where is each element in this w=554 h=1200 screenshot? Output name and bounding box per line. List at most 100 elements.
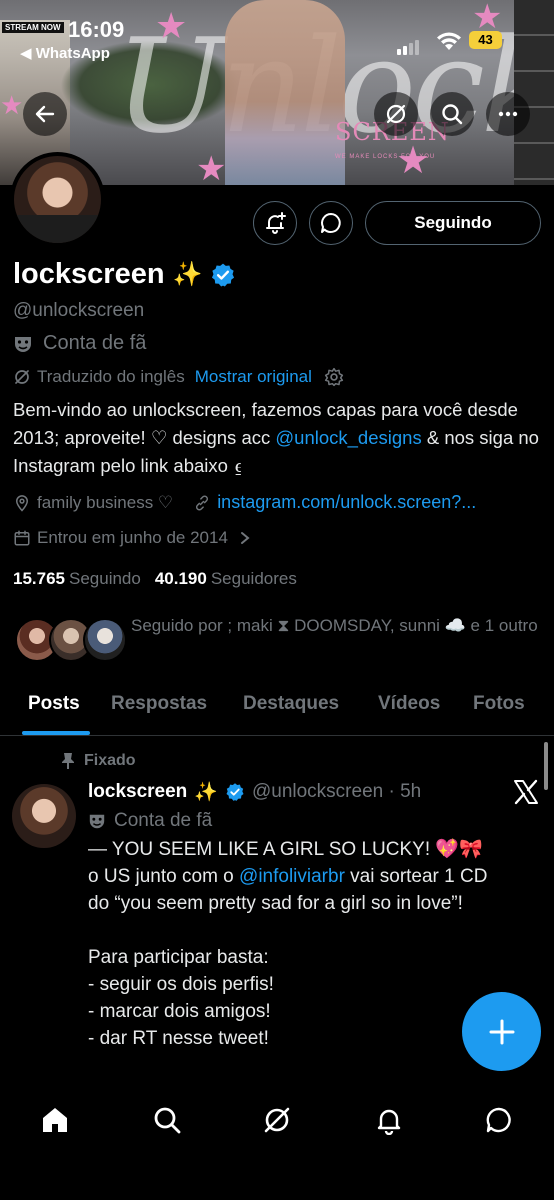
bottom-navigation (0, 1080, 554, 1200)
pin-icon (62, 753, 74, 769)
more-horizontal-icon (498, 111, 518, 117)
display-name: lockscreen (13, 258, 165, 290)
wifi-icon (437, 32, 461, 50)
pinned-indicator: Fixado (60, 752, 136, 770)
tab-posts[interactable]: Posts (28, 693, 80, 715)
nav-notifications[interactable] (369, 1100, 409, 1140)
plus-icon (489, 1019, 514, 1044)
search-button[interactable] (430, 92, 474, 136)
theater-mask-icon (89, 814, 105, 829)
post-line: o US junto com o @infoliviarbr vai sorte… (88, 863, 538, 890)
post-header: lockscreen ✨ @unlockscreen · 5h (88, 780, 421, 804)
verified-badge-icon (226, 783, 244, 801)
stream-badge: STREAM NOW (2, 22, 64, 33)
post-line: - seguir os dois perfis! (88, 974, 274, 995)
tab-photos[interactable]: Fotos (473, 693, 525, 715)
post-mention-link[interactable]: @infoliviarbr (239, 866, 345, 887)
location-pin-icon (15, 494, 29, 512)
display-name-row: lockscreen ✨ (13, 258, 236, 291)
post-author-name[interactable]: lockscreen (88, 781, 187, 803)
star-icon: ★ (196, 150, 227, 185)
battery-indicator: 43 (469, 31, 502, 49)
gear-icon[interactable] (324, 367, 344, 387)
link-icon (196, 494, 209, 511)
profile-location: family business ♡ (37, 492, 174, 512)
chat-bubble-icon (321, 213, 341, 233)
grok-icon (264, 1107, 290, 1133)
show-original-link[interactable]: Mostrar original (195, 367, 312, 387)
bio-mention-link[interactable]: @unlock_designs (275, 427, 421, 448)
bell-plus-icon (266, 212, 286, 234)
post-line: — YOU SEEM LIKE A GIRL SO LUCKY! 💖🎀 (88, 839, 483, 860)
post-fan-label: Conta de fã (88, 810, 212, 832)
active-tab-indicator (22, 731, 90, 735)
follow-counts: 15.765 Seguindo 40.190 Seguidores (13, 569, 297, 589)
profile-bio: Bem-vindo ao unlockscreen, fazemos capas… (13, 396, 543, 480)
x-logo-icon[interactable] (512, 778, 540, 806)
translated-label: Traduzido do inglês (37, 367, 185, 386)
profile-handle: @unlockscreen (13, 300, 145, 321)
notifications-subscribe-button[interactable] (253, 201, 297, 245)
sparkle-emoji: ✨ (194, 782, 218, 803)
search-icon (442, 104, 463, 125)
post-line: do “you seem pretty sad for a girl so in… (88, 893, 463, 914)
followers-count: 40.190 (154, 569, 207, 588)
star-icon: ★ (0, 90, 24, 120)
status-bar: STREAM NOW 16:09 ◀ WhatsApp 43 (0, 0, 554, 62)
followers-count-link[interactable]: 40.190 Seguidores (155, 569, 297, 589)
translation-row: Traduzido do inglês Mostrar original (13, 367, 344, 387)
profile-website-link[interactable]: instagram.com/unlock.screen?... (217, 492, 476, 513)
post-fan-text: Conta de fã (114, 810, 213, 831)
compose-post-button[interactable] (462, 992, 541, 1071)
tab-replies[interactable]: Respostas (111, 693, 207, 715)
grok-button[interactable] (374, 92, 418, 136)
verified-badge-icon[interactable] (210, 262, 236, 288)
search-icon (154, 1107, 181, 1134)
sparkle-emoji: ✨ (172, 261, 203, 288)
joined-date-row[interactable]: Entrou em junho de 2014 (13, 528, 252, 548)
scrollbar[interactable] (544, 742, 548, 790)
calendar-icon (14, 530, 30, 546)
location-website-row: family business ♡ instagram.com/unlock.s… (13, 492, 476, 513)
grok-small-icon (15, 370, 29, 384)
message-button[interactable] (309, 201, 353, 245)
fan-account-text: Conta de fã (43, 332, 147, 354)
home-icon (43, 1108, 67, 1132)
back-to-app-link[interactable]: ◀ WhatsApp (20, 44, 110, 62)
post-handle-time: @unlockscreen · 5h (251, 781, 422, 802)
back-button[interactable] (23, 92, 67, 136)
following-count: 15.765 (13, 569, 65, 588)
nav-messages[interactable] (479, 1100, 519, 1140)
post-line-text: vai sortear 1 CD (344, 866, 488, 887)
following-button[interactable]: Seguindo (365, 201, 541, 245)
bell-icon (377, 1109, 401, 1135)
tab-highlights[interactable]: Destaques (243, 693, 339, 715)
profile-tabs: Posts Respostas Destaques Vídeos Fotos (0, 680, 554, 736)
cellular-signal-icon (397, 40, 419, 55)
followed-by-text: Seguido por ; maki ⧗ DOOMSDAY, sunni ☁️ … (131, 616, 538, 635)
followers-label: Seguidores (210, 569, 297, 588)
star-icon: ★ (396, 140, 431, 182)
following-label: Seguindo (69, 569, 141, 588)
nav-home[interactable] (35, 1100, 75, 1140)
chat-bubble-icon (486, 1107, 511, 1133)
follower-avatar (83, 618, 127, 662)
more-options-button[interactable] (486, 92, 530, 136)
post-line: Para participar basta: (88, 947, 269, 968)
pinned-label: Fixado (84, 752, 136, 769)
post-line-text: o US junto com o (88, 866, 240, 887)
chevron-right-icon (240, 532, 250, 544)
grok-icon (386, 104, 406, 124)
joined-date: Entrou em junho de 2014 (37, 528, 228, 547)
arrow-left-icon (35, 105, 55, 123)
tab-videos[interactable]: Vídeos (378, 693, 440, 715)
profile-avatar[interactable] (10, 152, 105, 247)
nav-search[interactable] (147, 1100, 187, 1140)
status-time: 16:09 (68, 17, 125, 42)
fan-account-label: Conta de fã (13, 332, 146, 355)
following-count-link[interactable]: 15.765 Seguindo (13, 569, 141, 589)
theater-mask-icon (15, 336, 31, 352)
nav-grok[interactable] (257, 1100, 297, 1140)
post-author-avatar[interactable] (12, 784, 76, 848)
